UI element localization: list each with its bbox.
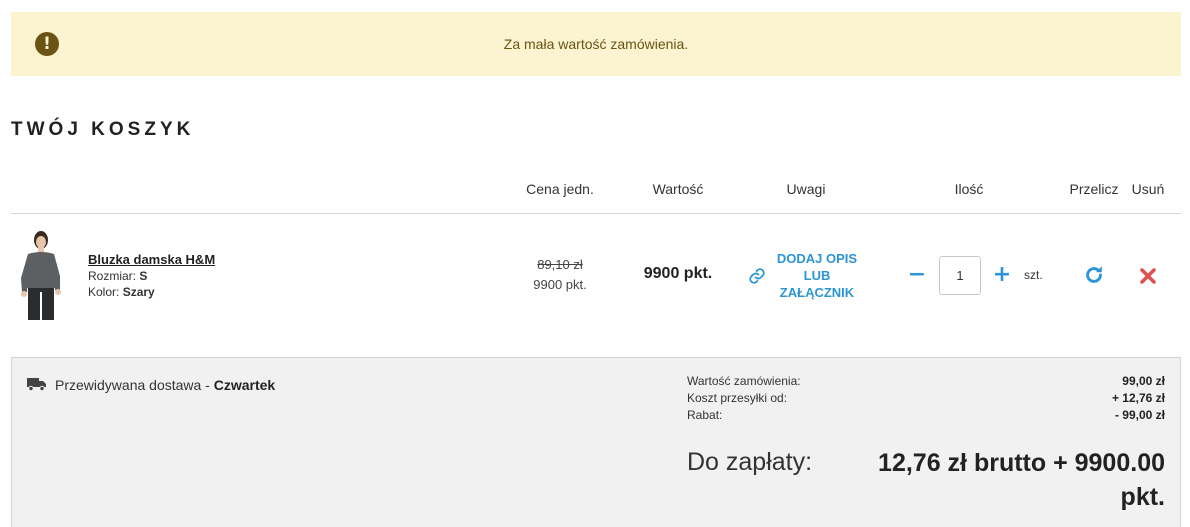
alert-message: Za mała wartość zamówienia. xyxy=(503,36,689,52)
product-color-value: Szary xyxy=(122,285,155,299)
column-header-remove: Usuń xyxy=(1131,181,1165,197)
quantity-input[interactable] xyxy=(939,256,981,295)
discount-value: - 99,00 zł xyxy=(1114,408,1165,422)
product-image[interactable] xyxy=(14,230,66,324)
order-value: 99,00 zł xyxy=(1122,374,1165,388)
delivery-label: Przewidywana dostawa - xyxy=(55,377,210,393)
product-size-label: Rozmiar: xyxy=(88,269,137,283)
item-value: 9900 pkt. xyxy=(643,265,713,282)
column-header-value: Wartość xyxy=(652,181,704,197)
header-divider xyxy=(11,213,1181,214)
quantity-increase-button[interactable]: + xyxy=(993,262,1011,287)
column-header-remarks: Uwagi xyxy=(786,181,826,197)
product-color: Kolor: Szary xyxy=(88,285,155,299)
alert-banner: ! Za mała wartość zamówienia. xyxy=(11,12,1181,76)
column-header-unit-price: Cena jedn. xyxy=(526,181,594,197)
to-pay-label: Do zapłaty: xyxy=(687,448,813,476)
to-pay-total: 12,76 zł brutto + 9900.00 pkt. xyxy=(878,449,1165,511)
shipping-cost: + 12,76 zł xyxy=(1111,391,1165,405)
remove-item-icon[interactable] xyxy=(1139,267,1157,285)
quantity-decrease-button[interactable]: − xyxy=(908,262,926,287)
recalculate-icon[interactable] xyxy=(1083,264,1105,286)
shipping-label: Koszt przesyłki od: xyxy=(687,391,788,405)
unit-price-points: 9900 pkt. xyxy=(533,277,587,292)
link-icon xyxy=(749,267,765,284)
add-remark-label: DODAJ OPIS LUB ZAŁĄCZNIK xyxy=(776,251,858,300)
add-remark-link[interactable]: DODAJ OPIS LUB ZAŁĄCZNIK xyxy=(748,250,860,301)
old-price: 89,10 zł xyxy=(537,257,583,272)
product-size: Rozmiar: S xyxy=(88,269,147,283)
order-value-label: Wartość zamówienia: xyxy=(687,374,801,388)
delivery-day: Czwartek xyxy=(213,377,276,393)
delivery-estimate: Przewidywana dostawa - Czwartek xyxy=(55,377,275,393)
page-title: TWÓJ KOSZYK xyxy=(11,119,195,140)
truck-icon xyxy=(27,378,46,391)
column-header-recalculate: Przelicz xyxy=(1069,181,1119,197)
product-name-link[interactable]: Bluzka damska H&M xyxy=(88,252,215,267)
discount-label: Rabat: xyxy=(687,408,723,422)
quantity-unit: szt. xyxy=(1024,268,1043,282)
exclamation-circle-icon: ! xyxy=(35,32,59,56)
product-size-value: S xyxy=(139,269,148,283)
column-header-quantity: Ilość xyxy=(954,181,984,197)
product-color-label: Kolor: xyxy=(88,285,120,299)
